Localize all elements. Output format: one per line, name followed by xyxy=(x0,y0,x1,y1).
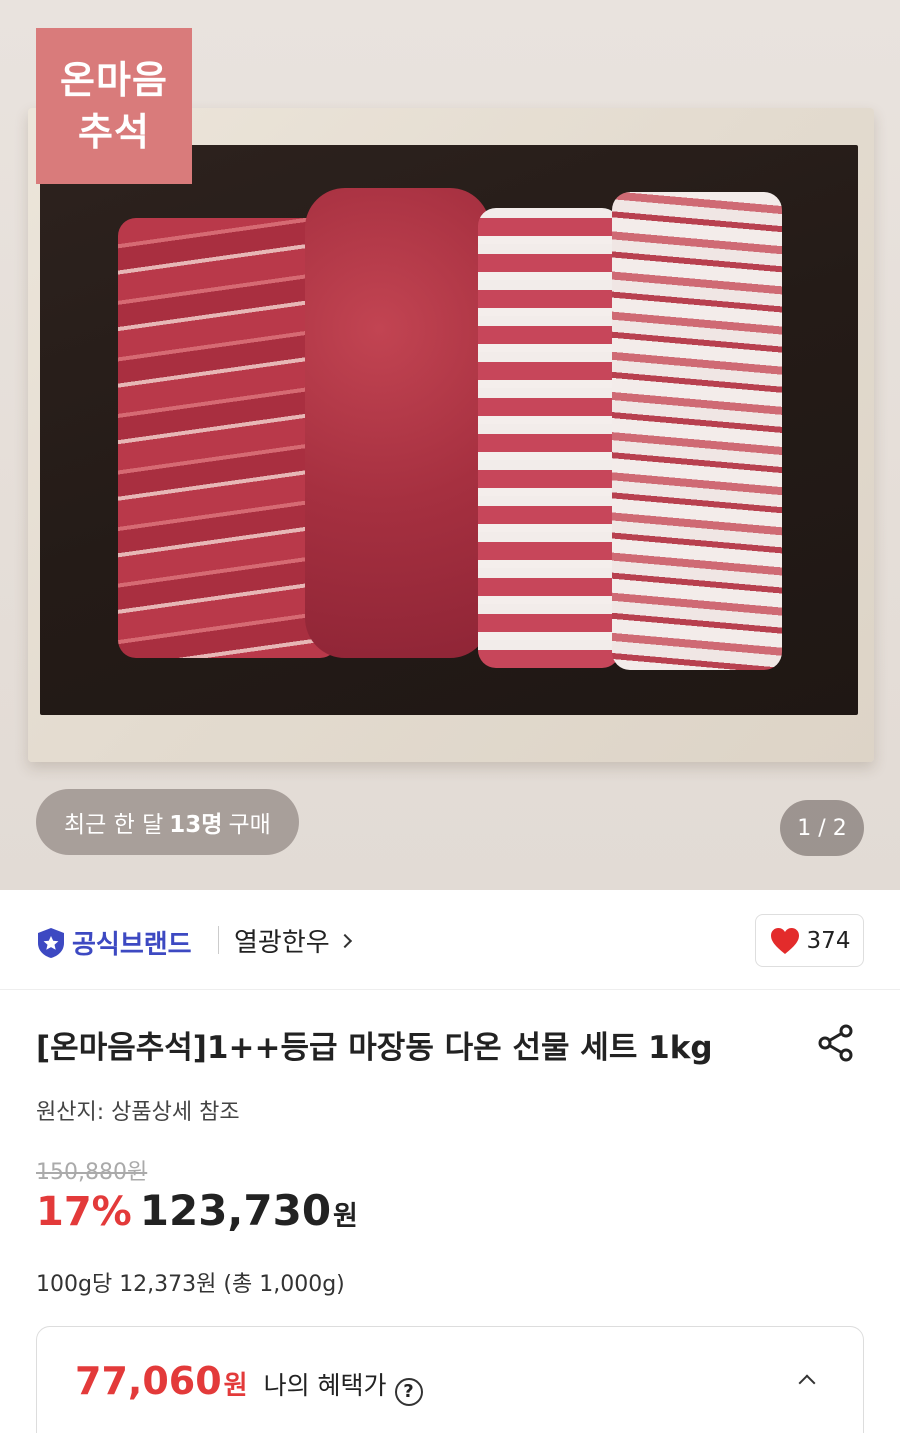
like-button[interactable]: 374 xyxy=(755,914,864,967)
unit-price: 100g당 12,373원 (총 1,000g) xyxy=(36,1272,345,1297)
my-benefit-price-panel[interactable]: 77,060 원 나의 혜택가 ? xyxy=(36,1326,864,1433)
meat-cut-sirloin xyxy=(305,188,490,658)
official-brand-badge: 공식브랜드 xyxy=(36,924,192,961)
store-link[interactable]: 열광한우 xyxy=(234,922,352,959)
product-title: [온마음추석]1++등급 마장동 다온 선물 세트 1kg xyxy=(36,1030,713,1066)
store-name: 열광한우 xyxy=(234,928,330,958)
recent-buyers-pill: 최근 한 달 13명 구매 xyxy=(36,789,299,855)
discount-rate: 17% xyxy=(36,1189,132,1235)
product-image-gallery[interactable]: 온마음 추석 최근 한 달 13명 구매 1 / 2 xyxy=(0,0,900,890)
heart-icon xyxy=(770,927,799,954)
sale-price: 123,730 xyxy=(139,1186,332,1235)
image-counter: 1 / 2 xyxy=(780,800,864,856)
chevron-up-icon[interactable] xyxy=(798,1374,816,1392)
official-brand-label: 공식브랜드 xyxy=(72,930,192,960)
share-icon[interactable] xyxy=(815,1022,857,1064)
buyers-prefix: 최근 한 달 xyxy=(64,812,164,838)
meat-cut-chuck xyxy=(612,192,782,670)
buyers-suffix: 구매 xyxy=(228,812,271,838)
benefit-row: 77,060 원 나의 혜택가 ? xyxy=(75,1359,423,1406)
chevron-right-icon xyxy=(337,933,352,948)
original-price: 150,880원 xyxy=(36,1160,148,1185)
brand-divider xyxy=(218,926,219,954)
meat-cut-brisket xyxy=(478,208,620,668)
event-badge: 온마음 추석 xyxy=(36,28,192,184)
buyers-count: 13명 xyxy=(169,812,223,838)
like-count: 374 xyxy=(806,927,851,954)
benefit-label: 나의 혜택가 xyxy=(263,1371,387,1400)
official-shield-icon xyxy=(38,927,64,958)
sale-price-unit: 원 xyxy=(333,1201,358,1232)
help-icon[interactable]: ? xyxy=(394,1378,423,1406)
price-row: 17% 123,730 원 xyxy=(36,1186,358,1235)
origin-info: 원산지: 상품상세 참조 xyxy=(36,1100,240,1125)
benefit-price-unit: 원 xyxy=(223,1371,248,1401)
event-badge-text: 온마음 추석 xyxy=(60,58,168,154)
benefit-price: 77,060 xyxy=(75,1359,222,1403)
